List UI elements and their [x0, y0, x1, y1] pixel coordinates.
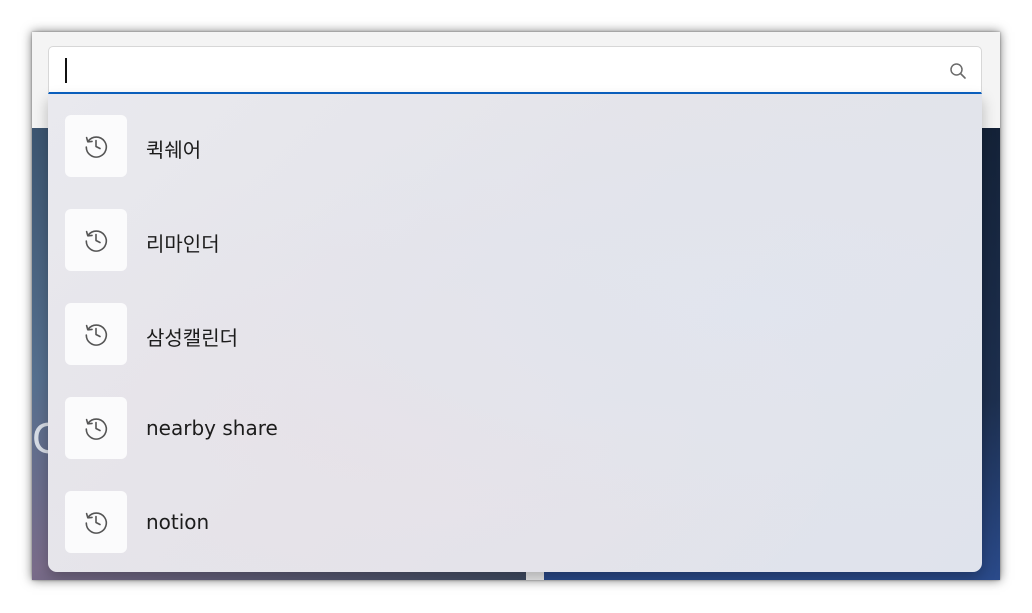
history-icon — [85, 230, 108, 252]
history-item[interactable]: nearby share — [48, 388, 982, 468]
text-caret — [65, 58, 67, 83]
history-item[interactable]: 리마인더 — [48, 200, 982, 280]
history-icon-tile — [65, 303, 127, 365]
history-item[interactable]: 퀵쉐어 — [48, 106, 982, 186]
search-icon[interactable] — [949, 62, 967, 80]
history-icon-tile — [65, 115, 127, 177]
history-item-label: 리마인더 — [146, 232, 220, 256]
history-icon — [85, 324, 108, 346]
history-icon-tile — [65, 491, 127, 553]
history-item-label: notion — [146, 510, 210, 534]
history-item-label: 삼성캘린더 — [146, 326, 238, 350]
history-item[interactable]: 삼성캘린더 — [48, 294, 982, 374]
history-icon-tile — [65, 397, 127, 459]
search-box[interactable] — [48, 46, 982, 94]
history-item-label: 퀵쉐어 — [146, 138, 202, 162]
history-item-label: nearby share — [146, 416, 278, 440]
history-icon-tile — [65, 209, 127, 271]
search-history-dropdown: 퀵쉐어 리마인더 삼성캘린더 nearby share notion — [48, 94, 982, 572]
search-input[interactable] — [63, 55, 927, 87]
history-icon — [85, 136, 108, 158]
search-window: G 퀵쉐어 — [32, 32, 1000, 580]
history-icon — [85, 512, 108, 534]
history-icon — [85, 418, 108, 440]
history-item[interactable]: notion — [48, 482, 982, 562]
